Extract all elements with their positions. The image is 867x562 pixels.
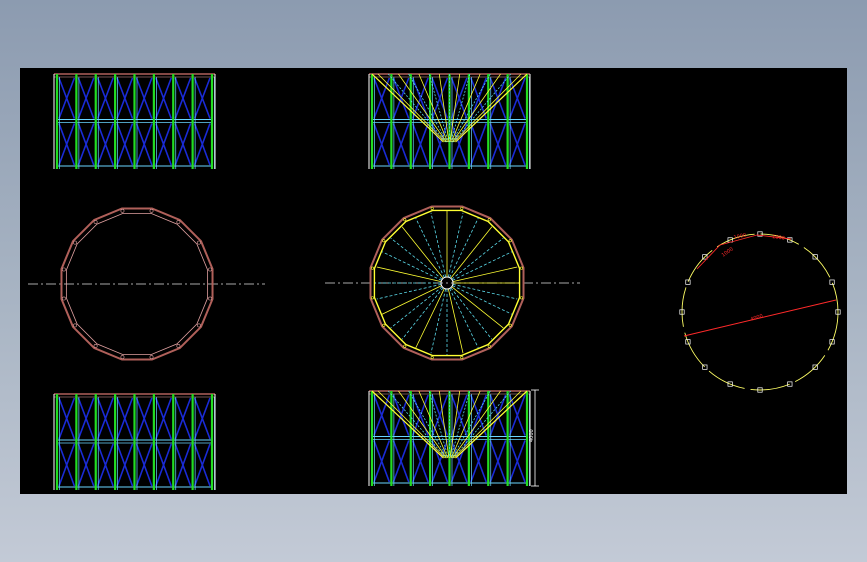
elevation-view-top-middle-cone [368, 73, 531, 169]
dimension-label-height: 4000 [529, 429, 535, 442]
cone-rib [408, 390, 448, 459]
ring-node [73, 323, 77, 328]
ring-node [508, 239, 512, 243]
ring-node [487, 344, 491, 348]
ring-node [120, 209, 125, 213]
ring-node [382, 239, 386, 243]
ring-node [62, 267, 66, 272]
cone-rib-plan [449, 217, 479, 278]
cone-rib-plan [430, 212, 447, 278]
cone-rib-plan [415, 288, 445, 349]
cone-rib-plan [415, 217, 445, 278]
cone-rib-plan [430, 288, 447, 354]
ring-node [508, 323, 512, 327]
cone-rib-plan [452, 266, 518, 283]
ring-node [176, 220, 181, 224]
anchor-bolt [829, 279, 835, 285]
ring-node [120, 355, 125, 359]
dimension-label-arc-1: 1000 [721, 246, 735, 258]
cone-rib-plan [381, 251, 442, 281]
ring-node [370, 266, 374, 270]
ring-node [149, 209, 154, 213]
anchor-circle [681, 233, 839, 391]
cone-rib-plan [450, 226, 493, 279]
ring-node [460, 356, 464, 360]
cone-rib-plan [452, 251, 513, 281]
cone-edge [455, 73, 528, 143]
ring-node [430, 356, 434, 360]
cone-edge [455, 390, 528, 459]
ring-node [73, 240, 77, 245]
cone-rib-plan [390, 286, 443, 329]
cone-rib-plan [452, 283, 518, 300]
ring-node [430, 206, 434, 210]
cad-drawing: 1000 1000 1000 4000 4000 [28, 73, 841, 490]
ring-node [403, 344, 407, 348]
anchor-bolt [685, 279, 691, 285]
cone-rib [408, 73, 448, 143]
ring-node [208, 296, 212, 301]
cone-rib-plan [401, 287, 444, 340]
ring-node [197, 323, 201, 328]
ring-node [149, 355, 154, 359]
ring-node [370, 296, 374, 300]
cone-rib-plan [401, 226, 444, 279]
ring-node [520, 266, 524, 270]
ring-node [460, 206, 464, 210]
cone-rib-plan [451, 286, 504, 329]
dimension-label-arc-2: 1000 [733, 232, 747, 241]
dimension-label-diameter: 4000 [750, 313, 764, 323]
ring-node [176, 344, 181, 348]
ring-node [93, 344, 98, 348]
cone-rib-plan [376, 266, 442, 283]
ring-node [487, 218, 491, 222]
dimension-label-arc-3: 1000 [772, 234, 785, 242]
cone-rib-plan [447, 288, 464, 354]
arc-dimension-segment [696, 244, 721, 270]
ring-node [208, 267, 212, 272]
cad-drawing-canvas[interactable]: 1000 1000 1000 4000 4000 [20, 68, 847, 494]
cone-rib-plan [452, 285, 513, 315]
elevation-view-top-left [53, 73, 216, 169]
ring-node [520, 296, 524, 300]
anchor-bolt [787, 381, 793, 387]
elevation-view-bottom-left [53, 393, 216, 490]
elevation-view-bottom-middle-cone [368, 389, 539, 487]
cone-rib-plan [376, 283, 442, 300]
plan-view-ring-left [28, 207, 265, 361]
ring-node [382, 323, 386, 327]
ring-node [197, 240, 201, 245]
anchor-bolt-plan-right [679, 231, 841, 393]
plan-view-cone-middle [325, 205, 580, 361]
ring-node [62, 296, 66, 301]
ring-node [93, 220, 98, 224]
cone-rib-plan [447, 212, 464, 278]
cone-rib-plan [381, 285, 442, 315]
ring-node [403, 218, 407, 222]
cone-rib-plan [449, 288, 479, 349]
